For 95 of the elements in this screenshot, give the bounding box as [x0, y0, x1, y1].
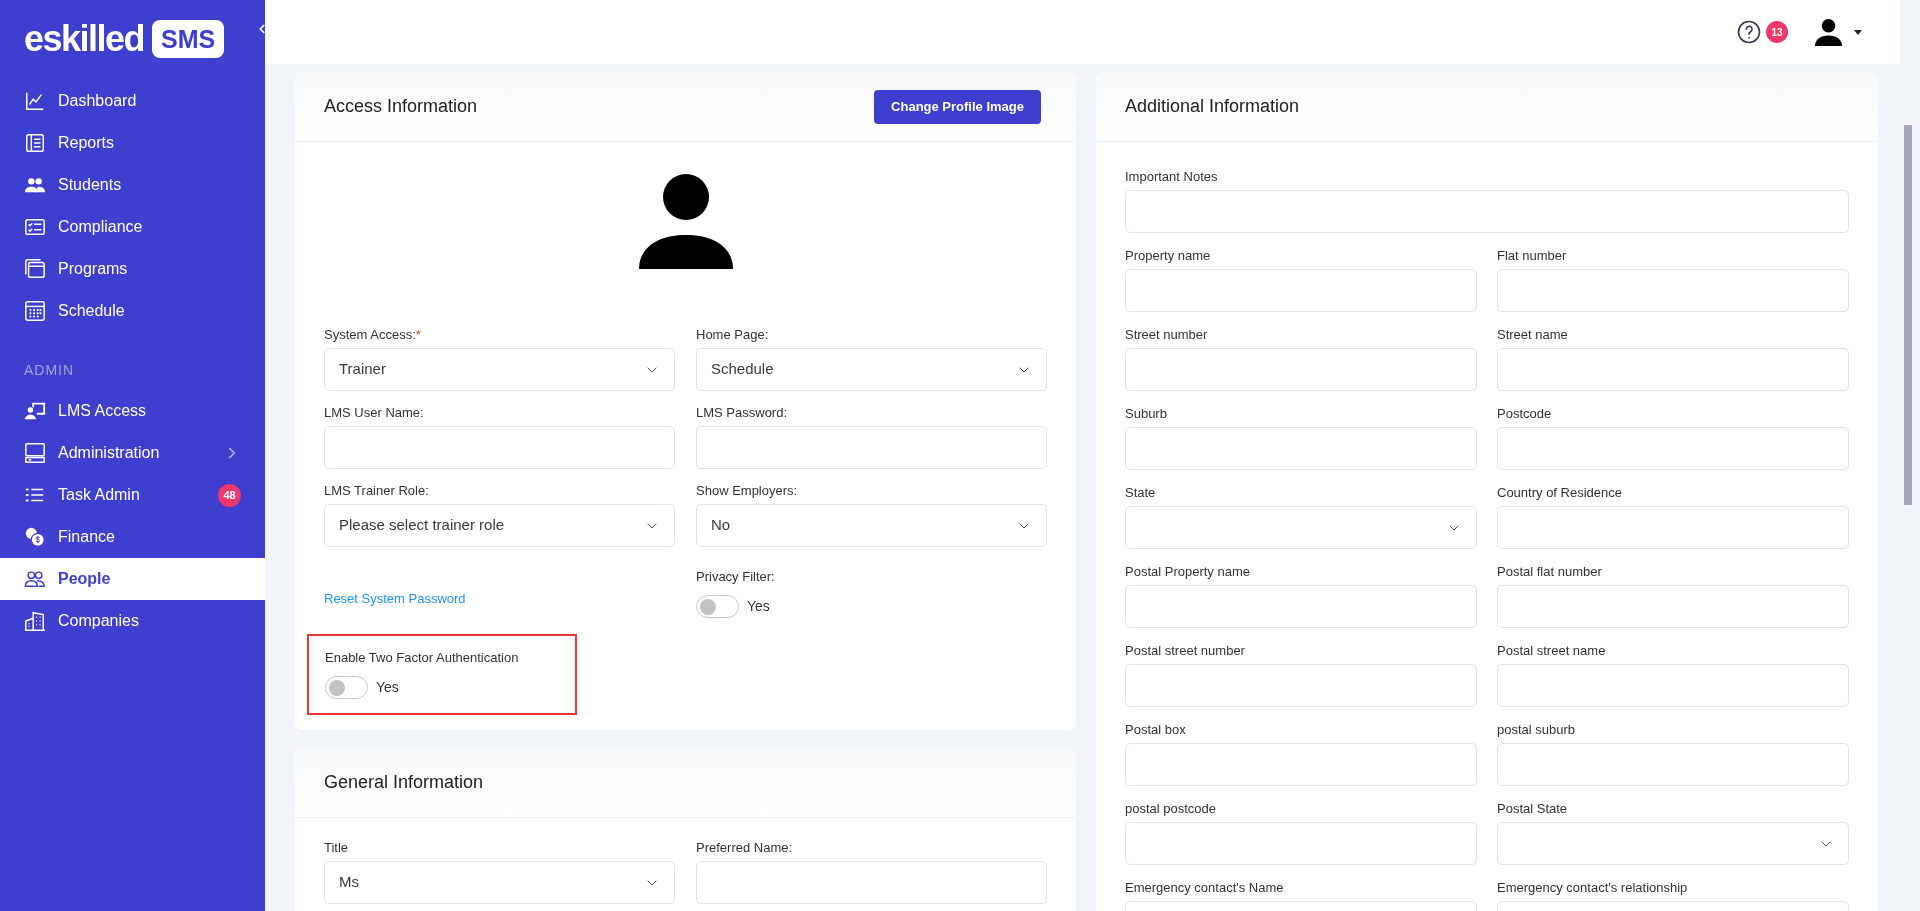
computer-icon	[24, 442, 46, 464]
field-label: Flat number	[1497, 248, 1568, 264]
required-mark: *	[415, 327, 421, 342]
field-label: Postal street name	[1497, 643, 1607, 659]
input-field[interactable]	[1497, 585, 1849, 628]
field-label: postal postcode	[1125, 801, 1218, 817]
select-field[interactable]	[1497, 822, 1849, 865]
sidebar-item[interactable]: Companies	[0, 600, 265, 642]
field-label: LMS Password:	[696, 405, 789, 421]
input-field[interactable]	[324, 426, 675, 469]
field-label: Title	[324, 840, 350, 856]
field-label: Enable Two Factor Authentication	[325, 650, 520, 666]
toggle-switch[interactable]	[325, 676, 368, 699]
field-label: Property name	[1125, 248, 1212, 264]
sidebar-item[interactable]: Compliance	[0, 206, 265, 248]
avatar-placeholder-icon	[637, 172, 734, 269]
document-list-icon	[24, 132, 46, 154]
select-field[interactable]: Schedule	[696, 348, 1047, 391]
field-label: LMS Trainer Role:	[324, 483, 430, 499]
scrollbar-drawing[interactable]	[1904, 125, 1912, 505]
help-icon[interactable]	[1737, 20, 1761, 44]
field-label: System Access:*	[324, 327, 422, 343]
calendar-icon	[24, 300, 46, 322]
windows-icon	[24, 258, 46, 280]
sidebar-item[interactable]: Schedule	[0, 290, 265, 332]
buildings-icon	[24, 610, 46, 632]
input-field[interactable]	[1125, 822, 1477, 865]
count-badge: 48	[218, 483, 241, 507]
caret-icon[interactable]	[1854, 29, 1862, 35]
field-label: Suburb	[1125, 406, 1168, 422]
input-field[interactable]	[1497, 506, 1849, 549]
sidebar-item[interactable]: People	[0, 558, 265, 600]
field-label: Important Notes	[1125, 169, 1219, 185]
input-field[interactable]	[1497, 269, 1849, 312]
sidebar-item[interactable]: Programs	[0, 248, 265, 290]
sidebar-item[interactable]: Dashboard	[0, 80, 265, 122]
input-field[interactable]	[1125, 348, 1477, 391]
line-chart-icon	[24, 90, 46, 112]
sidebar-item[interactable]: Students	[0, 164, 265, 206]
field-label: Postal flat number	[1497, 564, 1603, 580]
sidebar-item[interactable]: Administration	[0, 432, 265, 474]
field-label: Emergency contact's relationship	[1497, 880, 1689, 896]
field-label: Street number	[1125, 327, 1209, 343]
user-avatar-icon[interactable]	[1813, 16, 1844, 48]
field-label: LMS User Name:	[324, 405, 425, 421]
logo-badge: SMS	[152, 20, 225, 58]
field-label: Emergency contact's Name	[1125, 880, 1285, 896]
input-field[interactable]	[1125, 269, 1477, 312]
sidebar-item[interactable]: Task Admin 48	[0, 474, 265, 516]
input-field[interactable]	[1125, 585, 1477, 628]
input-field[interactable]	[696, 861, 1047, 904]
notification-badge[interactable]: 13	[1766, 21, 1788, 43]
select-field[interactable]: No	[696, 504, 1047, 547]
select-field[interactable]: Ms	[324, 861, 675, 904]
sidebar-item[interactable]: Finance	[0, 516, 265, 558]
field-label: Preferred Name:	[696, 840, 794, 856]
input-field[interactable]	[696, 426, 1047, 469]
toggle-label: Yes	[376, 678, 399, 697]
card-title: Access Information	[324, 95, 478, 118]
field-label: Privacy Filter:	[696, 569, 776, 585]
input-field[interactable]	[1497, 664, 1849, 707]
input-field[interactable]	[1497, 348, 1849, 391]
change-profile-image-button[interactable]: Change Profile Image	[874, 89, 1041, 124]
field-label: Postal Property name	[1125, 564, 1251, 580]
input-field[interactable]	[1125, 190, 1849, 233]
sidebar-item[interactable]: LMS Access	[0, 390, 265, 432]
field-label: Home Page:	[696, 327, 770, 343]
field-label: Postcode	[1497, 406, 1553, 422]
field-label: State	[1125, 485, 1157, 501]
field-label: Street name	[1497, 327, 1569, 343]
field-label: Postal State	[1497, 801, 1569, 817]
field-label: Postal box	[1125, 722, 1187, 738]
field-label: Postal street number	[1125, 643, 1246, 659]
logo-wordmark: eskilled	[24, 21, 145, 57]
toggle-switch[interactable]	[696, 595, 739, 618]
input-field[interactable]	[1497, 427, 1849, 470]
field-label: Country of Residence	[1497, 485, 1623, 501]
coins-icon	[24, 526, 46, 548]
users-outline-icon	[24, 568, 46, 590]
select-field[interactable]: Trainer	[324, 348, 675, 391]
section-title: ADMIN	[23, 361, 76, 380]
toggle-label: Yes	[747, 597, 770, 616]
input-field[interactable]	[1125, 664, 1477, 707]
input-field[interactable]	[1125, 743, 1477, 786]
field-label: postal suburb	[1497, 722, 1577, 738]
card-title: Additional Information	[1125, 95, 1300, 118]
checklist-icon	[24, 216, 46, 238]
field-label: Show Employers:	[696, 483, 799, 499]
input-field[interactable]	[1125, 427, 1477, 470]
user-screen-icon	[24, 400, 46, 422]
sidebar-item[interactable]: Reports	[0, 122, 265, 164]
card-title: General Information	[324, 771, 484, 794]
input-field[interactable]	[1497, 743, 1849, 786]
select-field[interactable]	[1125, 506, 1477, 549]
select-field[interactable]: Please select trainer role	[324, 504, 675, 547]
